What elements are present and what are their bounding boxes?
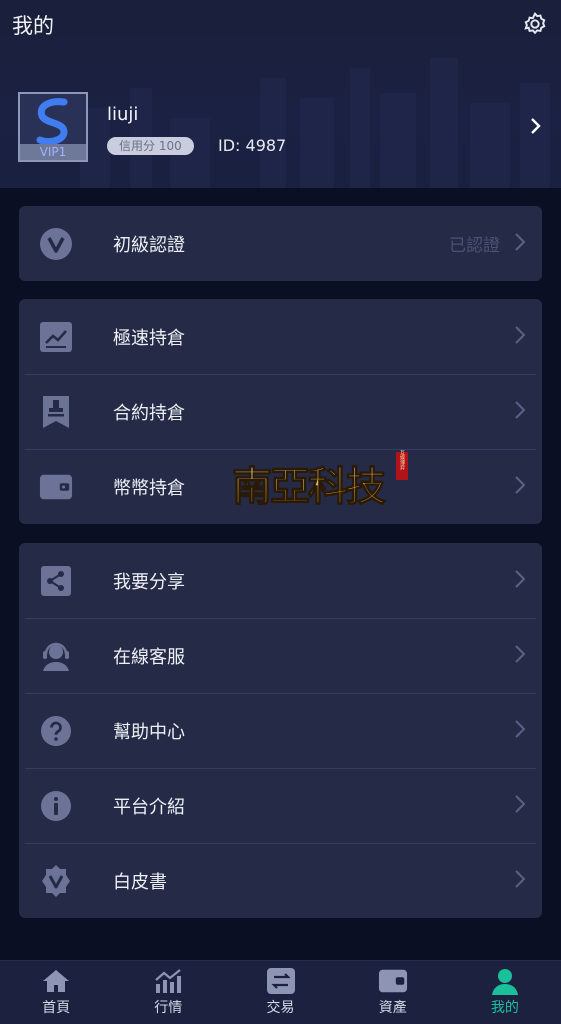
profile-header: 我的 VIP1 liuji 信用分 100 ID: 4987	[0, 0, 561, 188]
credit-score-badge: 信用分 100	[107, 137, 194, 155]
profile-summary[interactable]: VIP1 liuji 信用分 100 ID: 4987	[18, 92, 543, 164]
menu-item-platform-intro[interactable]: 平台介紹	[19, 768, 542, 843]
vip-badge: VIP1	[20, 144, 86, 160]
user-id: ID: 4987	[218, 136, 287, 155]
user-icon	[490, 967, 520, 995]
verification-status: 已認證	[449, 236, 500, 256]
more-services-card: 我要分享 在線客服 幫助中心 平台介紹 白皮書	[19, 543, 542, 918]
menu-item-fast-positions[interactable]: 極速持倉	[19, 299, 542, 374]
tab-trade[interactable]: 交易	[224, 961, 336, 1024]
tab-mine[interactable]: 我的	[449, 961, 561, 1024]
menu-item-label: 白皮書	[113, 871, 167, 893]
question-icon	[39, 714, 73, 748]
chevron-right-icon	[514, 794, 526, 818]
bottom-tab-bar: 首頁 行情 交易 資產 我的	[0, 960, 561, 1024]
verification-card: 初級認證 已認證	[19, 206, 542, 281]
menu-item-label: 在線客服	[113, 646, 185, 668]
watermark-text: 南亞科技	[232, 463, 386, 510]
menu-item-label: 合約持倉	[113, 402, 185, 424]
wallet-icon	[378, 967, 408, 995]
exchange-icon	[266, 967, 296, 995]
menu-item-label: 幫助中心	[113, 721, 185, 743]
username: liuji	[107, 104, 139, 125]
wallet-icon	[39, 470, 73, 504]
chevron-right-icon	[514, 400, 526, 424]
info-icon	[39, 789, 73, 823]
tab-assets[interactable]: 資產	[337, 961, 449, 1024]
market-chart-icon	[153, 967, 183, 995]
menu-item-label: 幣幣持倉	[113, 477, 185, 499]
menu-item-whitepaper[interactable]: 白皮書	[19, 843, 542, 918]
share-icon	[39, 564, 73, 598]
chevron-right-icon	[514, 325, 526, 349]
chevron-right-icon	[529, 116, 543, 140]
menu-item-verification[interactable]: 初級認證 已認證	[19, 206, 542, 281]
menu-item-label: 我要分享	[113, 571, 185, 593]
brand-s-logo-icon	[36, 98, 68, 146]
menu-item-contract-positions[interactable]: 合約持倉	[19, 374, 542, 449]
menu-item-label: 初級認證	[113, 234, 185, 256]
chevron-right-icon	[514, 569, 526, 593]
watermark-logo: 南亞科技 互娱博弈	[228, 448, 413, 518]
stamp-bookmark-icon	[39, 395, 73, 429]
tab-label: 我的	[490, 1000, 519, 1016]
menu-item-label: 極速持倉	[113, 327, 185, 349]
chevron-right-icon	[514, 644, 526, 668]
tab-market[interactable]: 行情	[112, 961, 224, 1024]
tab-home[interactable]: 首頁	[0, 961, 112, 1024]
watermark-seal-text: 互娱博弈	[399, 450, 405, 471]
avatar: VIP1	[18, 92, 88, 162]
menu-item-customer-service[interactable]: 在線客服	[19, 618, 542, 693]
menu-item-share[interactable]: 我要分享	[19, 543, 542, 618]
tab-label: 資產	[378, 1000, 407, 1016]
tab-label: 交易	[266, 1000, 295, 1016]
gear-icon[interactable]	[521, 10, 549, 38]
verify-v-icon	[39, 227, 73, 261]
whitepaper-badge-icon	[39, 864, 73, 898]
home-icon	[41, 967, 71, 995]
chevron-right-icon	[514, 869, 526, 893]
tab-label: 行情	[154, 1000, 183, 1016]
headset-icon	[39, 639, 73, 673]
trend-chart-icon	[39, 320, 73, 354]
chevron-right-icon	[514, 719, 526, 743]
chevron-right-icon	[514, 232, 526, 256]
menu-item-label: 平台介紹	[113, 796, 185, 818]
menu-item-help-center[interactable]: 幫助中心	[19, 693, 542, 768]
page-title: 我的	[12, 14, 54, 38]
chevron-right-icon	[514, 475, 526, 499]
tab-label: 首頁	[42, 1000, 71, 1016]
